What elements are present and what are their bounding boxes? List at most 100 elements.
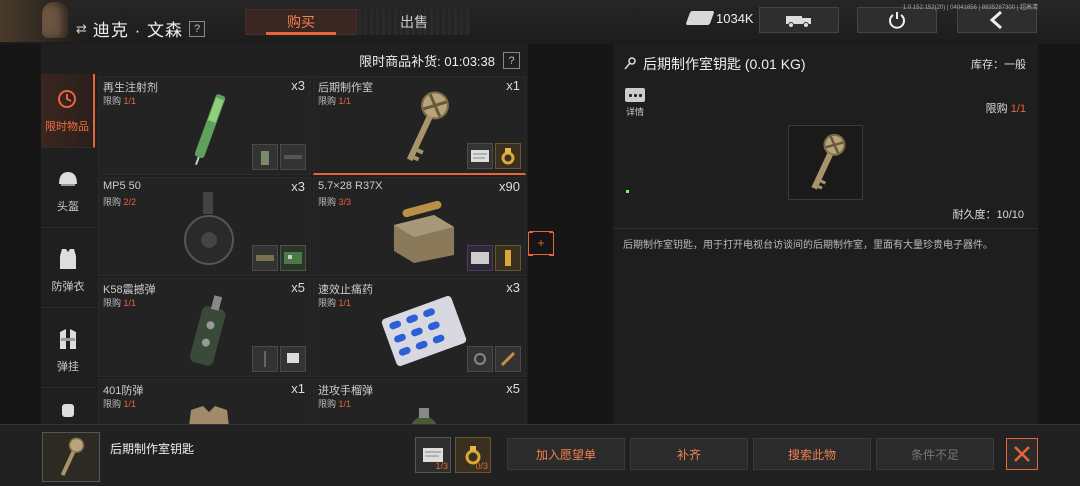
limit-prefix: 限购 xyxy=(103,298,124,308)
item-quantity: x5 xyxy=(506,381,520,396)
grenade-icon xyxy=(374,390,474,424)
required-materials xyxy=(467,143,521,169)
add-to-wishlist-button[interactable]: 加入愿望单 xyxy=(507,438,625,470)
item-card[interactable]: MP5 50 限购 2/2 x3 xyxy=(98,177,311,276)
durability: 耐久度：10/10 xyxy=(952,209,1024,221)
item-card[interactable]: K58震撼弹 限购 1/1 x5 xyxy=(98,278,311,377)
item-quantity: x90 xyxy=(499,179,520,194)
material-slot[interactable] xyxy=(495,143,521,169)
material-slot[interactable] xyxy=(252,346,278,372)
limit-prefix: 限购 xyxy=(318,399,339,409)
material-slot[interactable] xyxy=(467,143,493,169)
cash-icon xyxy=(685,11,715,25)
player-avatar xyxy=(0,0,80,42)
limit-prefix: 限购 xyxy=(103,96,124,106)
restock-timer: 限时商品补货: 01:03:38 ? xyxy=(359,51,520,70)
limit-count: 1/1 xyxy=(338,399,352,409)
restock-help-button[interactable]: ? xyxy=(503,52,520,69)
avatar-face xyxy=(42,2,68,38)
item-name: 再生注射剂 xyxy=(103,82,158,94)
vehicle-button[interactable] xyxy=(759,7,839,33)
limit-count: 1/1 xyxy=(338,96,352,106)
limit-count: 2/2 xyxy=(123,197,137,207)
drum-magazine-icon xyxy=(159,190,259,270)
requirement-count: 0/3 xyxy=(475,461,488,471)
top-bar: ⇄ 迪克 · 文森 ? 购买 出售 1034K 1.0.152.152(20) … xyxy=(0,0,1080,44)
limit-prefix: 限购 xyxy=(318,96,339,106)
purchase-limit-prefix: 限购 xyxy=(985,103,1011,115)
material-slot[interactable] xyxy=(252,245,278,271)
gold-ring-icon xyxy=(501,148,515,165)
category-label: 头盔 xyxy=(57,200,79,213)
material-slot[interactable] xyxy=(280,245,306,271)
material-slot[interactable] xyxy=(467,245,493,271)
material-slot[interactable] xyxy=(280,144,306,170)
pill-pack-icon xyxy=(374,291,474,371)
cable-icon xyxy=(474,353,486,365)
limit-prefix: 限购 xyxy=(318,298,339,308)
clock-icon xyxy=(56,88,78,110)
tool-icon xyxy=(500,351,516,367)
item-card[interactable]: 5.7×28 R37X 限购 3/3 x90 xyxy=(313,177,526,276)
requirement-slot[interactable]: 0/3 xyxy=(455,437,491,473)
truck-icon xyxy=(786,16,811,28)
category-vest[interactable]: 防弹衣 xyxy=(41,234,95,308)
detail-header: 后期制作室钥匙 (0.01 KG) xyxy=(623,54,806,74)
item-card-selected[interactable]: 后期制作室 限购 1/1 x1 xyxy=(313,76,526,175)
tab-sell[interactable]: 出售 xyxy=(358,9,470,35)
item-card[interactable]: 进攻手榴弹 限购 1/1 x5 xyxy=(313,379,526,425)
material-slot[interactable] xyxy=(280,346,306,372)
limit-count: 1/1 xyxy=(123,96,137,106)
item-detail-panel: 后期制作室钥匙 (0.01 KG) 库存：一般 详情 限购 1/1 耐久度：10… xyxy=(613,44,1038,424)
item-quantity: x3 xyxy=(291,179,305,194)
status-dot xyxy=(626,190,629,193)
helmet-icon xyxy=(57,168,79,190)
help-button[interactable]: ? xyxy=(189,20,206,37)
material-slot[interactable] xyxy=(495,346,521,372)
item-name: 进攻手榴弹 xyxy=(318,385,373,397)
fill-button[interactable]: 补齐 xyxy=(630,438,748,470)
category-limited[interactable]: 限时物品 xyxy=(41,74,95,148)
category-backpack[interactable] xyxy=(41,394,95,424)
shop-panel: 限时商品补货: 01:03:38 ? 限时物品 头盔 防弹衣 弹挂 再生注射剂 … xyxy=(41,44,528,425)
search-item-button[interactable]: 搜索此物 xyxy=(753,438,871,470)
part-icon xyxy=(287,353,299,363)
item-name: K58震撼弹 xyxy=(103,284,156,296)
limit-count: 3/3 xyxy=(338,197,352,207)
material-slot[interactable] xyxy=(495,245,521,271)
stun-grenade-icon xyxy=(159,291,259,371)
material-slot[interactable] xyxy=(467,346,493,372)
limit-prefix: 限购 xyxy=(103,197,124,207)
backpack-icon xyxy=(57,398,79,420)
requirement-slot[interactable]: 1/3 xyxy=(415,437,451,473)
limit-count: 1/1 xyxy=(338,298,352,308)
component-icon xyxy=(256,255,274,261)
material-slot[interactable] xyxy=(252,144,278,170)
category-helmet[interactable]: 头盔 xyxy=(41,154,95,228)
item-name: 后期制作室 xyxy=(318,82,373,94)
item-name: MP5 50 xyxy=(103,180,141,192)
item-card[interactable]: 401防弹 限购 1/1 x1 xyxy=(98,379,311,425)
item-limit: 限购 1/1 xyxy=(103,296,136,309)
category-sidebar: 限时物品 头盔 防弹衣 弹挂 xyxy=(41,74,95,424)
tube-icon xyxy=(284,155,302,159)
item-limit: 限购 1/1 xyxy=(103,397,136,410)
purchase-limit-total: /1 xyxy=(1016,103,1026,115)
limit-count: 1/1 xyxy=(123,399,137,409)
swap-icon[interactable]: ⇄ xyxy=(76,21,87,37)
key-small-icon xyxy=(624,57,636,70)
tab-buy[interactable]: 购买 xyxy=(245,9,357,35)
canister-icon xyxy=(261,151,269,165)
details-button[interactable]: 详情 xyxy=(625,88,645,118)
item-name: 401防弹 xyxy=(103,385,144,397)
insufficient-conditions-button[interactable]: 条件不足 xyxy=(876,438,994,470)
category-rig[interactable]: 弹挂 xyxy=(41,314,95,388)
category-label: 防弹衣 xyxy=(51,280,85,293)
item-limit: 限购 2/2 xyxy=(103,195,136,208)
gold-item-icon xyxy=(505,250,511,266)
close-button[interactable] xyxy=(1006,438,1038,470)
wire-icon xyxy=(264,351,266,367)
item-card[interactable]: 速效止痛药 限购 1/1 x3 xyxy=(313,278,526,377)
expand-marker[interactable]: + xyxy=(528,231,554,256)
item-card[interactable]: 再生注射剂 限购 1/1 x3 xyxy=(98,76,311,175)
